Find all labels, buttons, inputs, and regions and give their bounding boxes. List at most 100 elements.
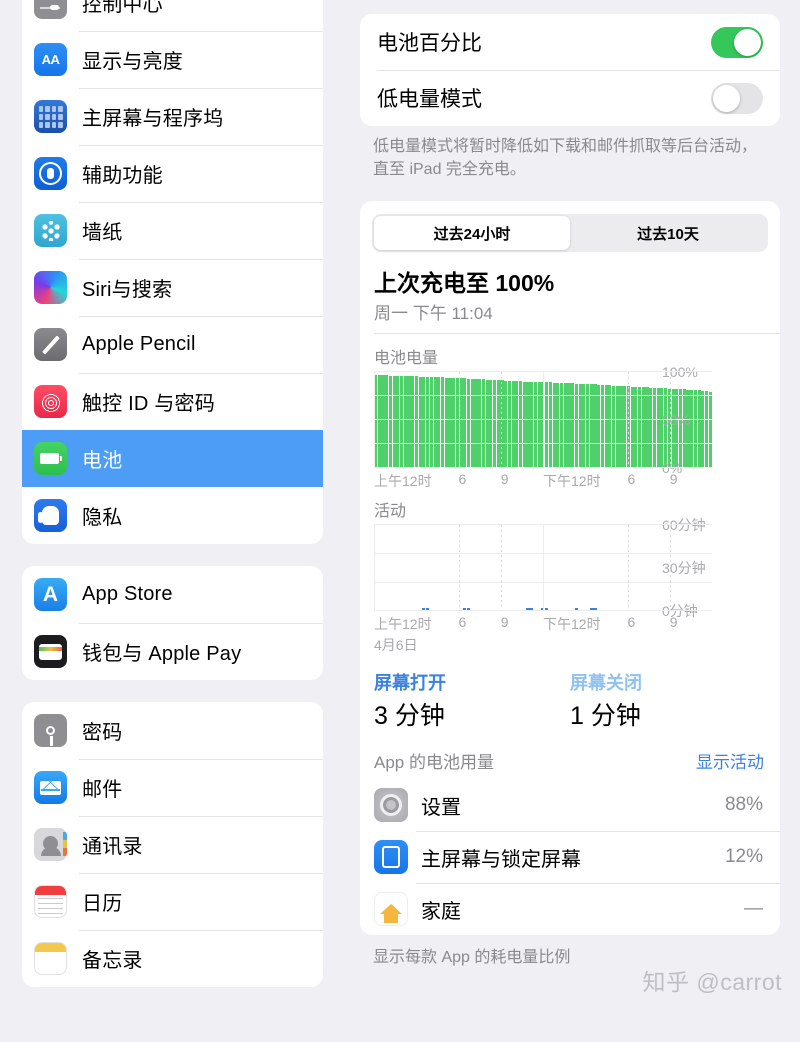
app-usage-row[interactable]: 主屏幕与锁定屏幕 12% (360, 831, 780, 883)
app-store-icon: A (34, 578, 67, 611)
screen-on-stat: 屏幕打开 3 分钟 (374, 669, 570, 732)
battery-bar (426, 376, 430, 469)
y-tick-label: 60分钟 (662, 517, 706, 534)
battery-bar (597, 384, 601, 469)
sidebar-item-5[interactable]: Siri与搜索 (22, 259, 323, 316)
settings-sidebar[interactable]: 控制中心 AA 显示与亮度主屏幕与程序坞 辅助功能墙纸 Siri与搜索 Apple Pen… (0, 0, 345, 1042)
app-name: 主屏幕与锁定屏幕 (421, 848, 581, 871)
screen-off-value: 1 分钟 (570, 702, 641, 731)
vertical-gridline (500, 372, 502, 469)
battery-bar (444, 377, 448, 469)
battery-percentage-row[interactable]: 电池百分比 (360, 14, 780, 70)
battery-bar (630, 386, 634, 469)
vertical-gridline (374, 525, 375, 612)
battery-icon (34, 442, 67, 475)
battery-bar (645, 387, 649, 469)
sidebar-item-7[interactable]: 触控 ID 与密码 (22, 373, 323, 430)
app-battery-percent: 88% (724, 794, 763, 816)
battery-chart-x-axis: 上午12时 6 9 下午12时 6 9 (374, 471, 712, 491)
activity-chart-y-axis: 0分钟 30分钟 60分钟 (654, 517, 712, 619)
activity-chart-date: 4月6日 (374, 637, 418, 654)
battery-bar (485, 379, 489, 469)
battery-bar (470, 378, 474, 469)
app-usage-row[interactable]: 家庭 — (360, 883, 780, 935)
battery-bar (641, 387, 645, 469)
sidebar-item-2[interactable]: 主屏幕与程序坞 (22, 88, 323, 145)
battery-bar (407, 376, 411, 469)
battery-bar (403, 376, 407, 469)
show-activity-link[interactable]: 显示活动 (696, 748, 764, 773)
mail-icon (34, 771, 67, 804)
battery-bar (578, 383, 582, 469)
sidebar-item-4[interactable]: 备忘录 (22, 930, 323, 987)
sidebar-item-4[interactable]: 墙纸 (22, 202, 323, 259)
battery-bar (388, 375, 392, 469)
accessibility-icon (34, 157, 67, 190)
battery-bar (437, 377, 441, 469)
sidebar-item-3[interactable]: 日历 (22, 873, 323, 930)
sidebar-item-label: 日历 (82, 893, 123, 915)
app-usage-row[interactable]: 设置 88% (360, 779, 780, 831)
battery-bar (418, 376, 422, 469)
display-brightness-icon: AA (34, 43, 67, 76)
vertical-gridline (627, 372, 629, 469)
low-power-mode-toggle[interactable] (711, 82, 763, 114)
sidebar-item-0[interactable]: 密码 (22, 702, 323, 759)
sidebar-item-6[interactable]: Apple Pencil (22, 316, 323, 373)
activity-chart-x-axis: 上午12时 6 9 下午12时 6 9 (374, 614, 712, 634)
app-name: 设置 (421, 796, 461, 819)
sidebar-item-label: Siri与搜索 (82, 279, 173, 301)
app-usage-title: App 的电池用量 (374, 753, 494, 773)
sidebar-item-1[interactable]: AA 显示与亮度 (22, 31, 323, 88)
sidebar-item-label: 隐私 (82, 507, 123, 529)
sidebar-item-0[interactable]: 控制中心 (22, 0, 323, 31)
sidebar-item-label: 通讯录 (82, 836, 143, 858)
sidebar-item-8-selected[interactable]: 电池 (22, 430, 323, 487)
sidebar-item-1[interactable]: 钱包与 Apple Pay (22, 623, 323, 680)
sidebar-item-2[interactable]: 通讯录 (22, 816, 323, 873)
sidebar-item-0[interactable]: A App Store (22, 566, 323, 623)
battery-percentage-toggle[interactable] (711, 26, 763, 58)
calendar-icon (34, 885, 67, 918)
vertical-gridline (627, 525, 629, 612)
vertical-gridline (543, 525, 544, 612)
siri-search-icon (34, 271, 67, 304)
last-charge-title: 上次充电至 100% (374, 270, 555, 297)
app-name: 家庭 (421, 900, 461, 923)
low-power-mode-row[interactable]: 低电量模式 (360, 70, 780, 126)
sidebar-item-label: 主屏幕与程序坞 (82, 108, 224, 130)
battery-bar (422, 376, 426, 469)
screen-on-value: 3 分钟 (374, 702, 445, 731)
battery-toggles-card: 电池百分比 低电量模式 (360, 14, 780, 126)
sidebar-item-label: Apple Pencil (82, 333, 196, 355)
tab-last-24-hours[interactable]: 过去24小时 (374, 216, 570, 251)
x-tick-label: 6 (627, 471, 636, 488)
time-range-segmented-wrap: 过去24小时 过去10天 (360, 201, 780, 256)
vertical-gridline (543, 372, 544, 469)
sidebar-item-label: 显示与亮度 (82, 51, 183, 73)
app-battery-percent: 12% (724, 846, 763, 868)
battery-bar (638, 386, 642, 469)
activity-chart: 0分钟 30分钟 60分钟 (374, 517, 712, 619)
tab-last-10-days[interactable]: 过去10天 (570, 216, 766, 250)
battery-bar (634, 386, 638, 469)
sidebar-item-9[interactable]: 隐私 (22, 487, 323, 544)
battery-bar (448, 377, 452, 469)
sidebar-item-3[interactable]: 辅助功能 (22, 145, 323, 202)
toggle-thumb (734, 28, 761, 56)
battery-bar (504, 380, 508, 469)
ipad-settings-screen: 控制中心 AA 显示与亮度主屏幕与程序坞 辅助功能墙纸 Siri与搜索 Apple Pen… (0, 0, 800, 1042)
sidebar-item-label: 邮件 (82, 779, 123, 801)
sidebar-item-1[interactable]: 邮件 (22, 759, 323, 816)
battery-detail-panel: 电池百分比 低电量模式 低电量模式将暂时降低如下载和邮件抓取等后台活动，直至 i… (345, 0, 800, 1042)
time-range-segmented[interactable]: 过去24小时 过去10天 (372, 214, 768, 253)
vertical-gridline (458, 525, 460, 612)
battery-bar (649, 387, 653, 469)
sidebar-group: A App Store 钱包与 Apple Pay (22, 566, 323, 680)
sidebar-item-label: 钱包与 Apple Pay (82, 643, 242, 665)
sidebar-item-label: 辅助功能 (82, 165, 163, 187)
home-lock-screen-icon (374, 840, 408, 875)
x-tick-label: 上午12时 (374, 473, 432, 490)
sidebar-group: 密码邮件通讯录日历备忘录 (22, 702, 323, 987)
battery-bar (433, 377, 437, 469)
